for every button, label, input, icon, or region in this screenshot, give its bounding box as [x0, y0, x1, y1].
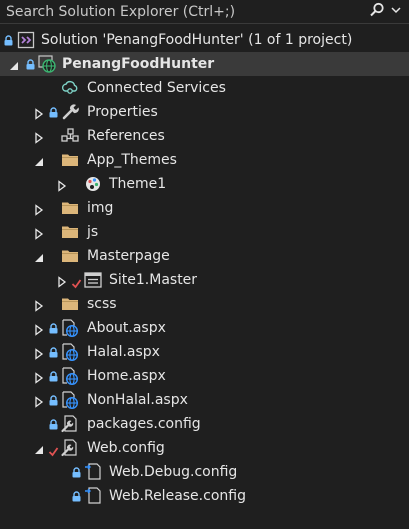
tree-row-js[interactable]: js — [0, 220, 409, 244]
tree-row-nonhalal-aspx[interactable]: NonHalal.aspx — [0, 388, 409, 412]
tree-row-references[interactable]: References — [0, 124, 409, 148]
scss-folder-label: scss — [87, 296, 117, 312]
folder-icon — [61, 295, 79, 313]
site1-master-label: Site1.Master — [109, 272, 198, 288]
tree-row-solution[interactable]: Solution 'PenangFoodHunter' (1 of 1 proj… — [0, 28, 409, 52]
theme-icon — [84, 175, 102, 193]
lock-icon — [4, 34, 13, 46]
lock-icon — [72, 466, 81, 478]
lock-icon — [49, 370, 58, 382]
web-release-config-label: Web.Release.config — [109, 488, 246, 504]
checkmark-icon — [48, 444, 59, 457]
tree-row-scss[interactable]: scss — [0, 292, 409, 316]
expanded-arrow-icon[interactable] — [9, 59, 19, 70]
project-label: PenangFoodHunter — [62, 56, 215, 72]
lock-icon — [49, 418, 58, 430]
nonhalal-aspx-label: NonHalal.aspx — [87, 392, 188, 408]
img-folder-label: img — [87, 200, 114, 216]
solution-label: Solution 'PenangFoodHunter' (1 of 1 proj… — [41, 32, 353, 48]
checkmark-icon — [71, 276, 82, 289]
tree-row-home-aspx[interactable]: Home.aspx — [0, 364, 409, 388]
lock-icon — [49, 322, 58, 334]
masterpage-folder-label: Masterpage — [87, 248, 170, 264]
connected-services-icon — [61, 79, 79, 97]
web-project-icon — [38, 55, 56, 73]
halal-aspx-label: Halal.aspx — [87, 344, 160, 360]
tree-row-halal-aspx[interactable]: Halal.aspx — [0, 340, 409, 364]
properties-label: Properties — [87, 104, 158, 120]
search-tools — [369, 2, 401, 18]
collapsed-arrow-icon[interactable] — [34, 107, 44, 120]
connected-services-label: Connected Services — [87, 80, 226, 96]
aspx-file-icon — [61, 367, 79, 386]
folder-icon — [61, 223, 79, 241]
web-config-label: Web.config — [87, 440, 165, 456]
web-debug-config-label: Web.Debug.config — [109, 464, 238, 480]
expanded-arrow-icon[interactable] — [34, 155, 44, 166]
packages-config-label: packages.config — [87, 416, 201, 432]
collapsed-arrow-icon[interactable] — [34, 347, 44, 360]
tree-row-theme1[interactable]: Theme1 — [0, 172, 409, 196]
aspx-file-icon — [61, 391, 79, 410]
config-file-icon — [61, 439, 79, 457]
tree-row-properties[interactable]: Properties — [0, 100, 409, 124]
tree-row-web-config[interactable]: Web.config — [0, 436, 409, 460]
search-bar[interactable]: Search Solution Explorer (Ctrl+;) — [0, 0, 409, 24]
search-options-dropdown-icon[interactable] — [391, 5, 401, 15]
tree-row-masterpage[interactable]: Masterpage — [0, 244, 409, 268]
collapsed-arrow-icon[interactable] — [34, 227, 44, 240]
lock-icon — [72, 490, 81, 502]
lock-icon — [26, 58, 35, 70]
tree-row-site1-master[interactable]: Site1.Master — [0, 268, 409, 292]
transform-config-icon — [84, 487, 102, 505]
collapsed-arrow-icon[interactable] — [57, 179, 67, 192]
aspx-file-icon — [61, 343, 79, 362]
tree-row-about-aspx[interactable]: About.aspx — [0, 316, 409, 340]
tree-row-web-release-config[interactable]: Web.Release.config — [0, 484, 409, 508]
tree-row-packages-config[interactable]: packages.config — [0, 412, 409, 436]
folder-icon — [61, 199, 79, 217]
tree-row-connected-services[interactable]: Connected Services — [0, 76, 409, 100]
master-page-icon — [84, 271, 102, 289]
folder-icon — [61, 247, 79, 265]
references-label: References — [87, 128, 165, 144]
theme1-label: Theme1 — [109, 176, 167, 192]
about-aspx-label: About.aspx — [87, 320, 166, 336]
app-themes-label: App_Themes — [87, 152, 177, 168]
transform-config-icon — [84, 463, 102, 481]
tree-row-app-themes[interactable]: App_Themes — [0, 148, 409, 172]
lock-icon — [49, 394, 58, 406]
collapsed-arrow-icon[interactable] — [34, 323, 44, 336]
collapsed-arrow-icon[interactable] — [34, 203, 44, 216]
collapsed-arrow-icon[interactable] — [34, 371, 44, 384]
tree-row-web-debug-config[interactable]: Web.Debug.config — [0, 460, 409, 484]
expanded-arrow-icon[interactable] — [34, 251, 44, 262]
solution-tree: Solution 'PenangFoodHunter' (1 of 1 proj… — [0, 28, 409, 508]
js-folder-label: js — [87, 224, 99, 240]
tree-row-project[interactable]: PenangFoodHunter — [0, 52, 409, 76]
home-aspx-label: Home.aspx — [87, 368, 166, 384]
aspx-file-icon — [61, 319, 79, 338]
search-icon[interactable] — [369, 2, 385, 18]
solution-icon — [17, 31, 35, 49]
tree-row-img[interactable]: img — [0, 196, 409, 220]
collapsed-arrow-icon[interactable] — [34, 131, 44, 144]
wrench-icon — [61, 103, 79, 121]
folder-icon — [61, 151, 79, 169]
expanded-arrow-icon[interactable] — [34, 443, 44, 454]
collapsed-arrow-icon[interactable] — [57, 275, 67, 288]
config-file-icon — [61, 415, 79, 433]
collapsed-arrow-icon[interactable] — [34, 299, 44, 312]
search-input[interactable]: Search Solution Explorer (Ctrl+;) — [6, 4, 235, 20]
lock-icon — [49, 106, 58, 118]
references-icon — [61, 127, 79, 145]
collapsed-arrow-icon[interactable] — [34, 395, 44, 408]
lock-icon — [49, 346, 58, 358]
